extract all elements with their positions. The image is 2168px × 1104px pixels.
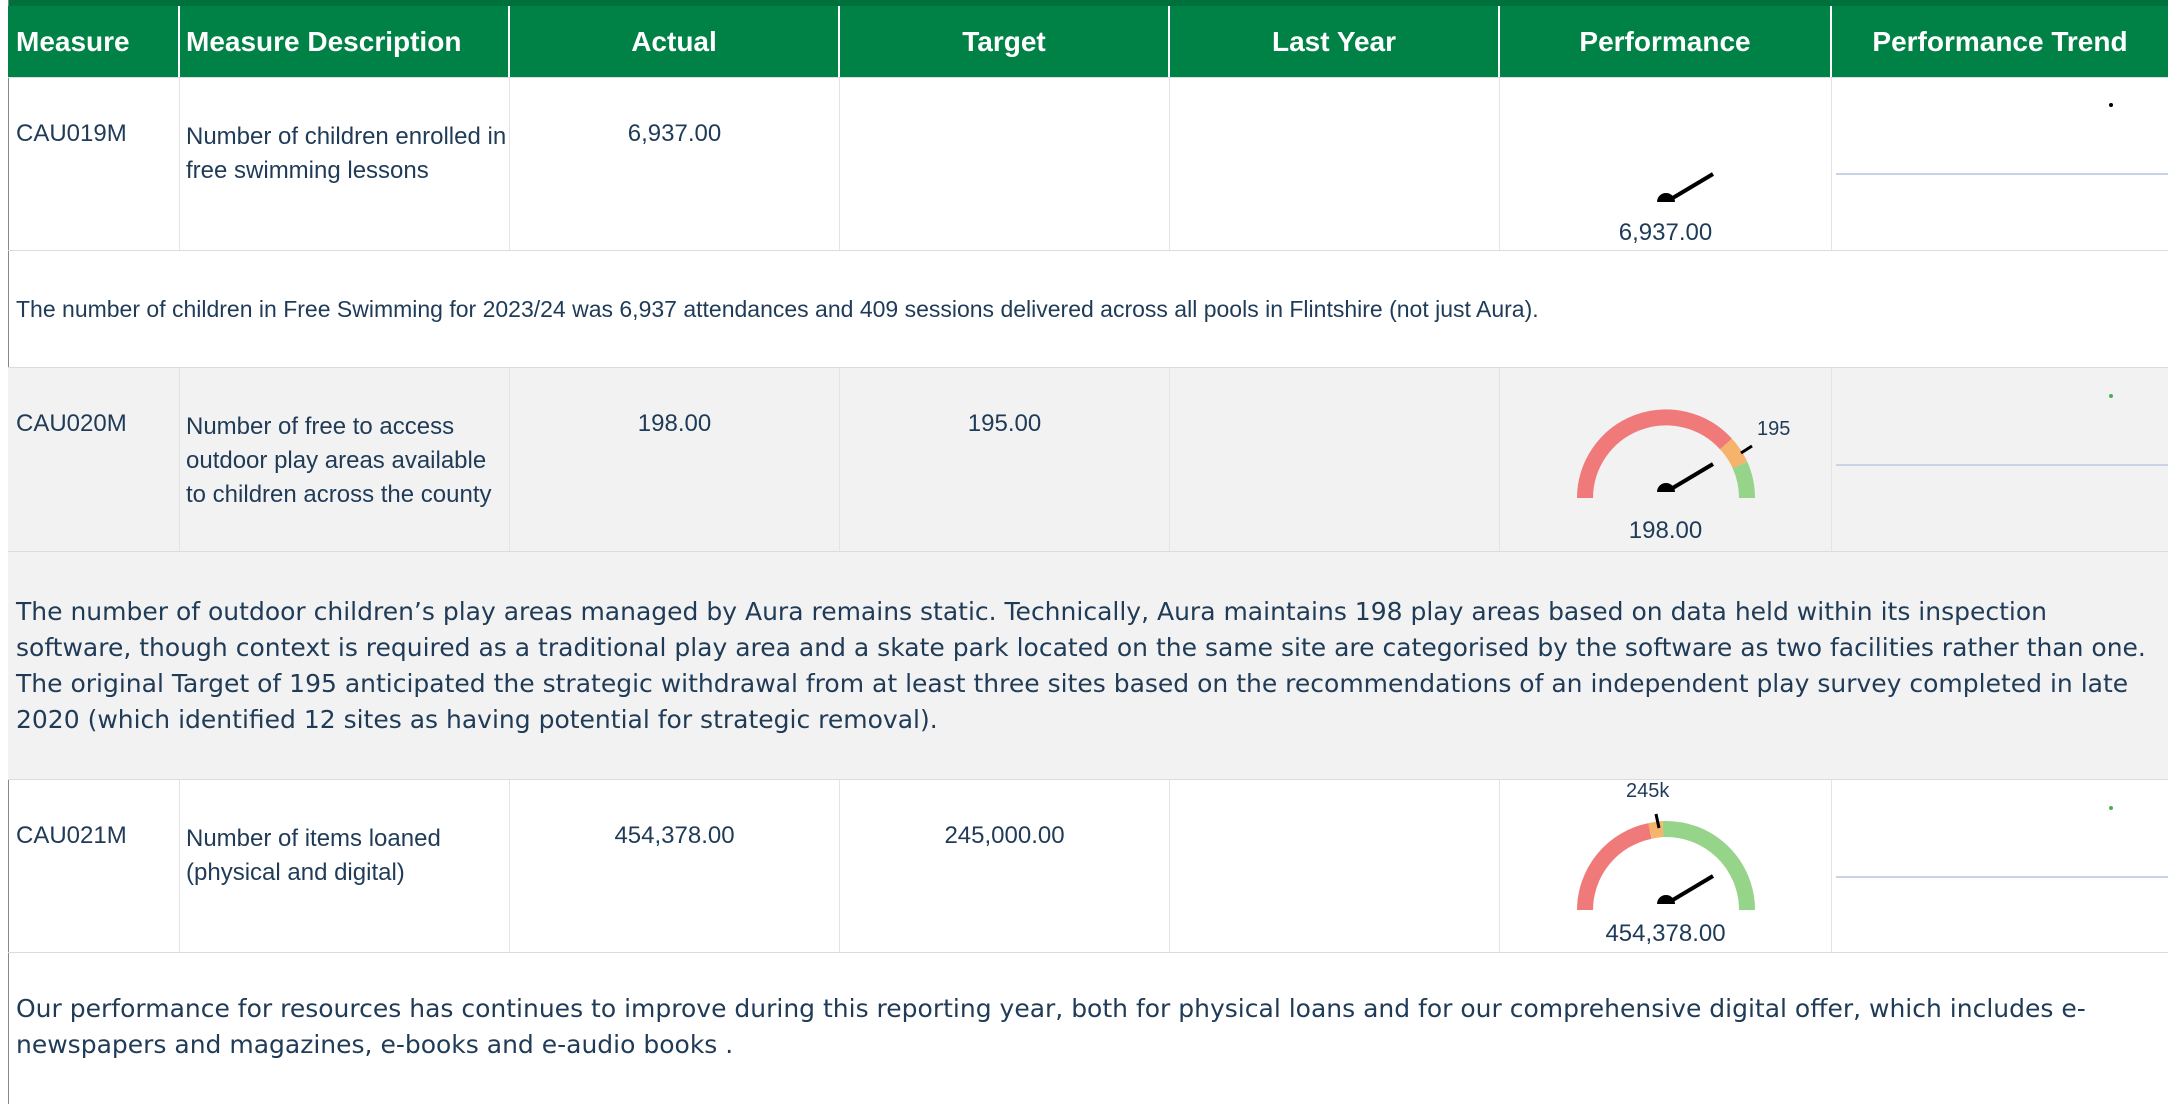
measure-code: CAU019M	[8, 78, 180, 250]
actual-value: 454,378.00	[510, 780, 840, 952]
gauge-target-tick	[1740, 444, 1753, 455]
table-header: Measure Measure Description Actual Targe…	[8, 6, 2168, 77]
trend-chart	[1836, 103, 2168, 175]
header-actual[interactable]: Actual	[510, 6, 840, 77]
gauge-amber-band	[1648, 821, 1664, 839]
performance-gauge: 6,937.00	[1500, 78, 1832, 250]
performance-table: Measure Measure Description Actual Targe…	[8, 6, 2168, 1104]
target-value: 245,000.00	[840, 780, 1170, 952]
header-target[interactable]: Target	[840, 6, 1170, 77]
row-commentary: The number of outdoor children’s play ar…	[8, 551, 2168, 779]
gauge-amber-band	[1719, 438, 1748, 469]
table-row[interactable]: CAU021M Number of items loaned (physical…	[8, 779, 2168, 952]
last-year-value	[1170, 368, 1500, 551]
gauge-value-label: 454,378.00	[1605, 920, 1726, 947]
trend-point	[2109, 806, 2113, 810]
measure-code: CAU021M	[8, 780, 180, 952]
gauge-red-band	[1577, 823, 1652, 911]
trend-chart	[1836, 394, 2168, 466]
header-description[interactable]: Measure Description	[180, 6, 510, 77]
measure-description: Number of children enrolled in free swim…	[180, 78, 510, 250]
target-value	[840, 78, 1170, 250]
actual-value: 6,937.00	[510, 78, 840, 250]
performance-trend-sparkline	[1832, 780, 2168, 952]
header-performance[interactable]: Performance	[1500, 6, 1832, 77]
performance-gauge: 245k 454,378.00	[1500, 780, 1832, 952]
gauge-red-band	[1577, 409, 1732, 499]
measure-code: CAU020M	[8, 368, 180, 551]
row-commentary: The number of children in Free Swimming …	[8, 250, 2168, 367]
gauge-value-label: 198.00	[1628, 517, 1703, 544]
trend-chart	[1836, 806, 2168, 878]
performance-trend-sparkline	[1832, 368, 2168, 551]
last-year-value	[1170, 78, 1500, 250]
gauge-target-label: 245k	[1626, 780, 1670, 802]
row-commentary: Our performance for resources has contin…	[8, 952, 2168, 1104]
last-year-value	[1170, 780, 1500, 952]
actual-value: 198.00	[510, 368, 840, 551]
measure-description: Number of free to access outdoor play ar…	[180, 368, 510, 551]
trend-point	[2109, 103, 2113, 107]
target-value: 195.00	[840, 368, 1170, 551]
gauge-target-label: 195	[1757, 418, 1791, 440]
header-measure[interactable]: Measure	[8, 6, 180, 77]
header-performance-trend[interactable]: Performance Trend	[1832, 6, 2168, 77]
table-row[interactable]: CAU020M Number of free to access outdoor…	[8, 367, 2168, 551]
table-row[interactable]: CAU019M Number of children enrolled in f…	[8, 77, 2168, 250]
measure-description: Number of items loaned (physical and dig…	[180, 780, 510, 952]
gauge-green-band	[1732, 461, 1756, 499]
performance-gauge: 195 198.00	[1500, 368, 1832, 551]
performance-trend-sparkline	[1832, 78, 2168, 250]
gauge-value-label: 6,937.00	[1618, 219, 1713, 246]
header-last-year[interactable]: Last Year	[1170, 6, 1500, 77]
trend-point	[2109, 394, 2113, 398]
